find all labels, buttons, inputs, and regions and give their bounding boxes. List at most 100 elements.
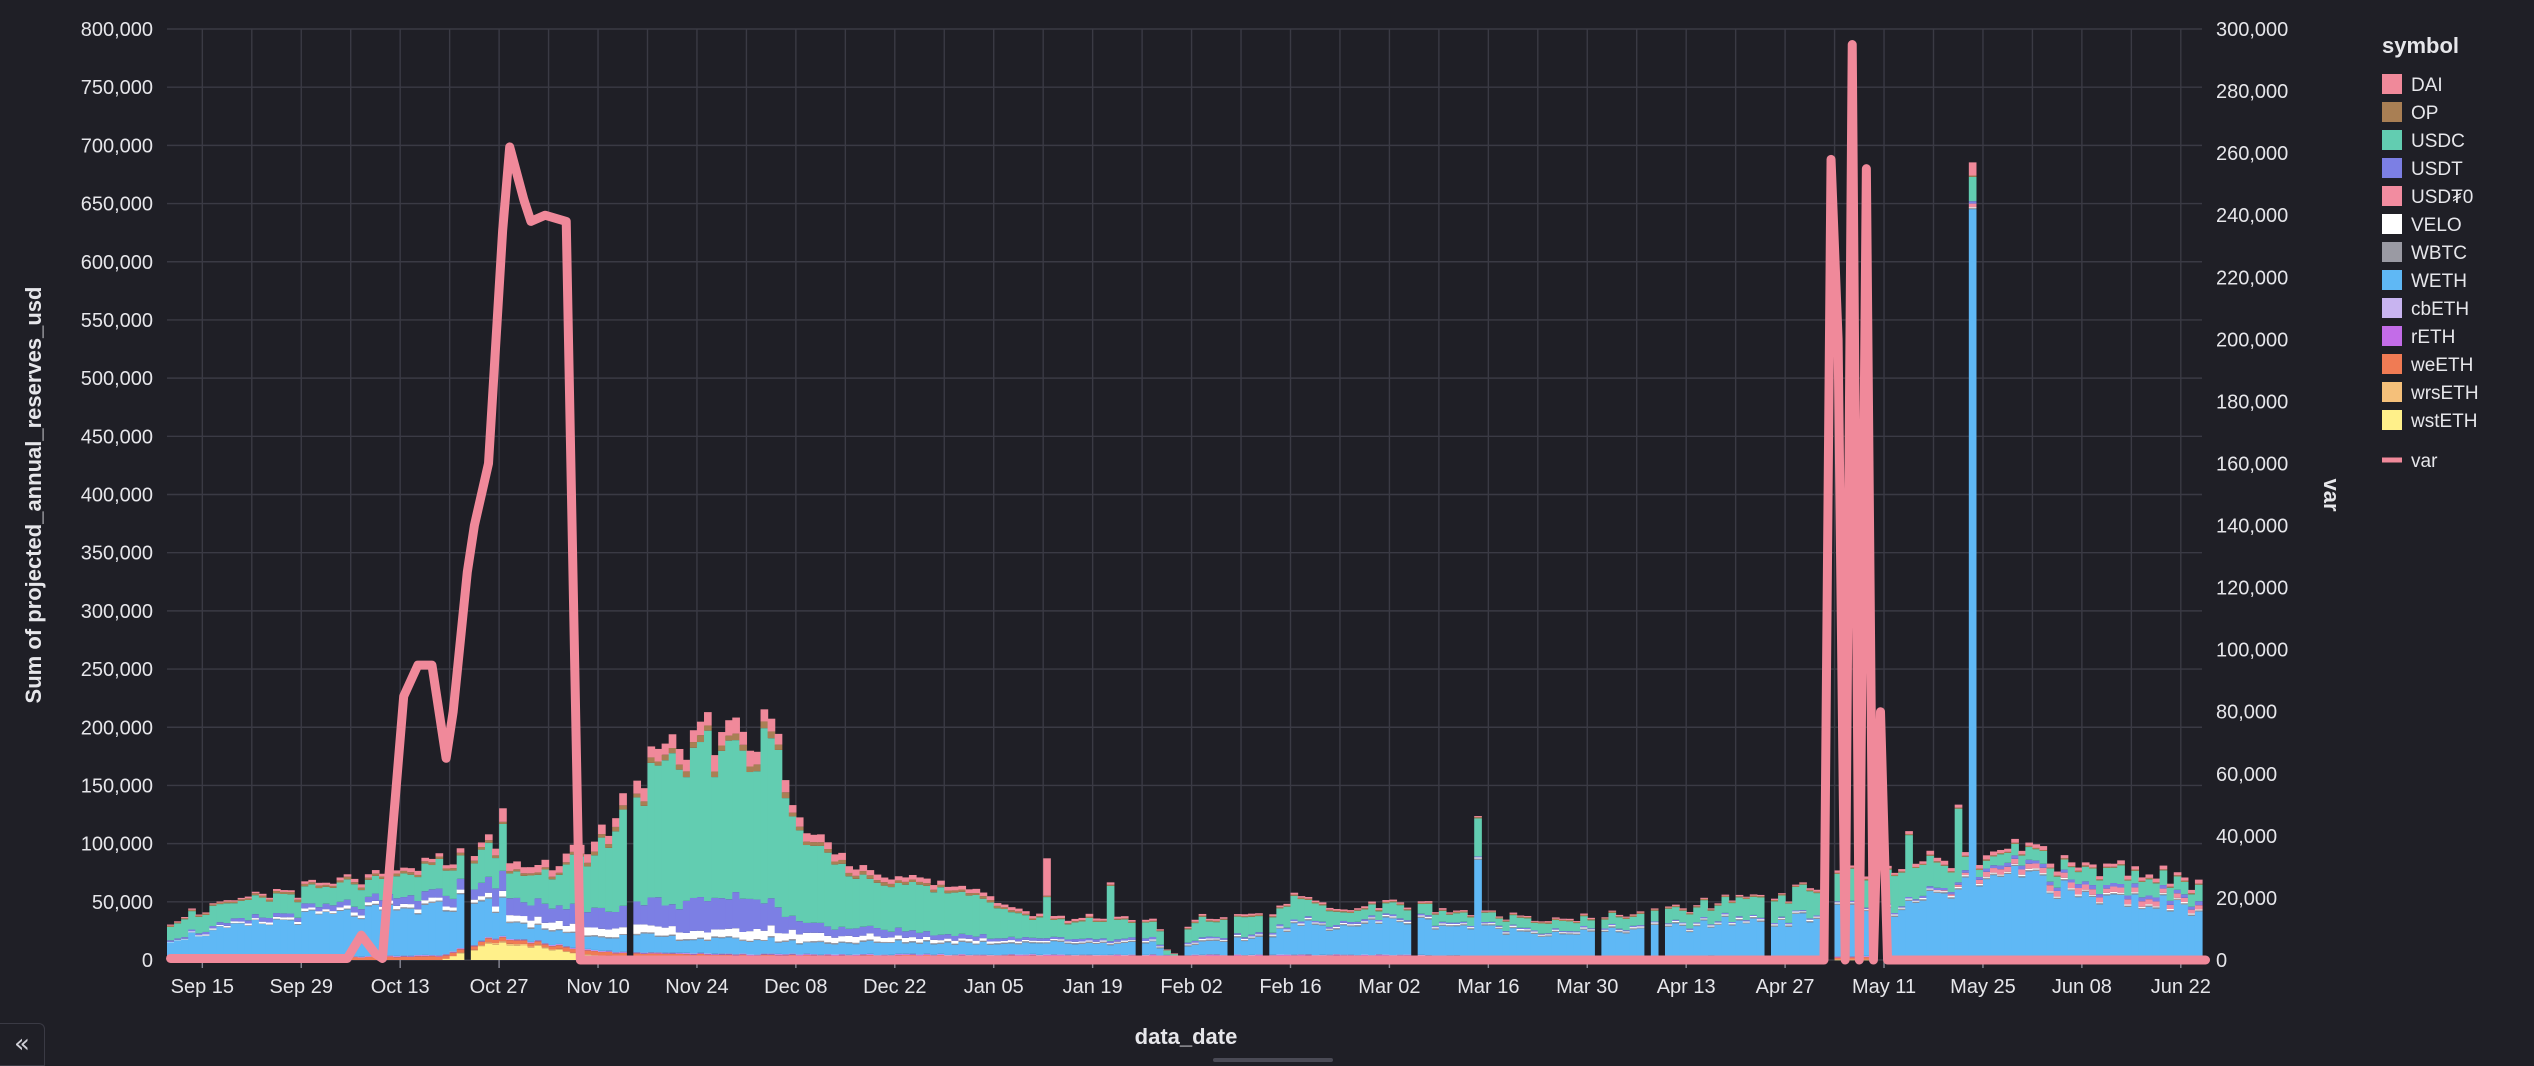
y-tick-label: 0 <box>142 950 153 972</box>
bar-segment-cbeth <box>640 952 649 954</box>
bar-segment-usdc <box>831 864 839 930</box>
bar-segment-usdc <box>2096 880 2104 895</box>
bar-segment-dai <box>873 874 882 881</box>
bar-segment-usdt <box>1396 918 1405 920</box>
bar-segment-velo <box>393 905 401 910</box>
bar-segment-dai <box>1672 904 1680 906</box>
bar-segment-dai <box>718 732 726 746</box>
bar-segment-wbtc <box>1417 916 1426 918</box>
bar-segment-velo <box>2074 894 2083 896</box>
bar-segment-wbtc <box>619 933 627 935</box>
bar-segment-velo <box>1347 924 1355 926</box>
bar-segment-velo <box>1933 890 1942 892</box>
bar-segment-wsteth <box>456 953 465 960</box>
bar-segment-velo <box>767 925 776 937</box>
bar-segment-weeth <box>357 957 366 960</box>
bar-segment-wbtc <box>1460 924 1468 926</box>
bar-segment-velo <box>619 927 627 934</box>
bar-segment-wbtc <box>1007 942 1016 944</box>
bar-segment-usdc <box>2180 881 2189 895</box>
bar-segment-wbtc <box>1735 919 1744 921</box>
bar-segment-weth <box>2131 894 2140 957</box>
bar-segment-wbtc <box>1000 942 1009 944</box>
y2-axis-title: var <box>2319 478 2344 511</box>
bar-segment-usdc <box>1650 910 1659 922</box>
bar-segment-cbeth <box>689 953 698 955</box>
bar-segment-usdc <box>407 874 415 896</box>
bar-segment-usdt <box>294 917 302 922</box>
bar-segment-usdc <box>2173 876 2182 890</box>
bar-segment-usdc <box>852 878 861 929</box>
bar-segment-usdt <box>1502 931 1511 933</box>
bar-segment-wbtc <box>1898 908 1906 911</box>
bar-segment-dai <box>1530 920 1539 922</box>
bar-segment-usdc <box>859 874 868 927</box>
bar-segment-velo <box>590 927 599 936</box>
bar-segment-usdt <box>2060 869 2069 873</box>
bar-segment-op <box>2096 879 2104 881</box>
bar-segment-weth <box>329 913 338 958</box>
bar-segment-usdt <box>1566 931 1574 933</box>
bar-segment-op <box>541 867 550 870</box>
bar-segment-dai <box>1092 918 1101 921</box>
bar-segment-usd₮0 <box>2124 899 2132 905</box>
bar-segment-dai <box>2025 842 2034 846</box>
bar-segment-wbtc <box>1509 926 1518 929</box>
bar-segment-usdt <box>951 935 959 941</box>
bar-segment-dai <box>1000 904 1009 908</box>
bar-segment-dai <box>2166 883 2175 887</box>
bar-segment-weth <box>1043 943 1051 955</box>
bar-segment-velo <box>802 932 811 942</box>
legend-swatch <box>2382 130 2402 150</box>
bar-segment-dai <box>1523 915 1532 918</box>
bar-segment-weeth <box>435 956 444 960</box>
bar-segment-wbtc <box>280 919 288 920</box>
bar-segment-dai <box>343 874 352 877</box>
bar-segment-usdt <box>1163 954 1171 956</box>
bar-segment-dai <box>986 896 995 901</box>
bar-segment-usd₮0 <box>2117 887 2125 893</box>
bar-segment-usdt <box>2088 885 2097 890</box>
bar-segment-wbtc <box>1721 915 1730 917</box>
bar-segment-usdt <box>1460 921 1468 924</box>
bar-segment-velo <box>499 890 507 897</box>
bar-segment-wbtc <box>1778 918 1786 920</box>
bar-segment-op <box>612 826 620 832</box>
x-tick-label: Dec 22 <box>863 976 926 998</box>
bar-segment-usdt <box>167 940 175 942</box>
bar-segment-dai <box>1382 900 1391 902</box>
bar-segment-op <box>1325 909 1334 912</box>
bar-segment-usdt <box>393 898 401 906</box>
bar-segment-op <box>1714 904 1723 906</box>
bar-segment-weth <box>612 938 620 953</box>
bar-segment-reth <box>590 950 599 952</box>
bar-segment-usdc <box>2159 870 2168 886</box>
bar-segment-velo <box>817 932 825 941</box>
collapse-panel-button[interactable]: « <box>0 1023 45 1066</box>
bar-segment-dai <box>1806 888 1814 890</box>
bar-segment-reth <box>696 953 705 954</box>
bar-segment-usdc <box>513 871 521 898</box>
x-tick-label: Apr 13 <box>1657 976 1716 998</box>
bar-segment-velo <box>1566 932 1574 934</box>
bar-segment-usdc <box>322 886 331 904</box>
horizontal-scroll-indicator[interactable] <box>1213 1058 1333 1062</box>
bar-segment-wbtc <box>492 911 500 913</box>
bar-segment-weth <box>230 923 239 959</box>
bar-segment-velo <box>1064 941 1073 943</box>
bar-segment-usdc <box>1099 921 1108 939</box>
bar-segment-usd₮0 <box>2103 888 2111 893</box>
bar-segment-velo <box>2166 909 2175 911</box>
bar-segment-reth <box>767 954 776 955</box>
bar-segment-usdt <box>887 931 896 938</box>
bar-segment-velo <box>287 917 295 920</box>
bar-segment-weth <box>513 922 521 940</box>
bar-segment-weth <box>1368 919 1376 956</box>
bar-segment-usdc <box>767 738 776 899</box>
bar-segment-velo <box>1968 207 1977 209</box>
bar-segment-weth <box>1615 932 1624 957</box>
bar-segment-usdc <box>1474 818 1482 857</box>
bar-segment-wsteth <box>449 956 458 960</box>
bar-segment-usdc <box>1460 912 1468 922</box>
bar-segment-op <box>1693 906 1701 908</box>
